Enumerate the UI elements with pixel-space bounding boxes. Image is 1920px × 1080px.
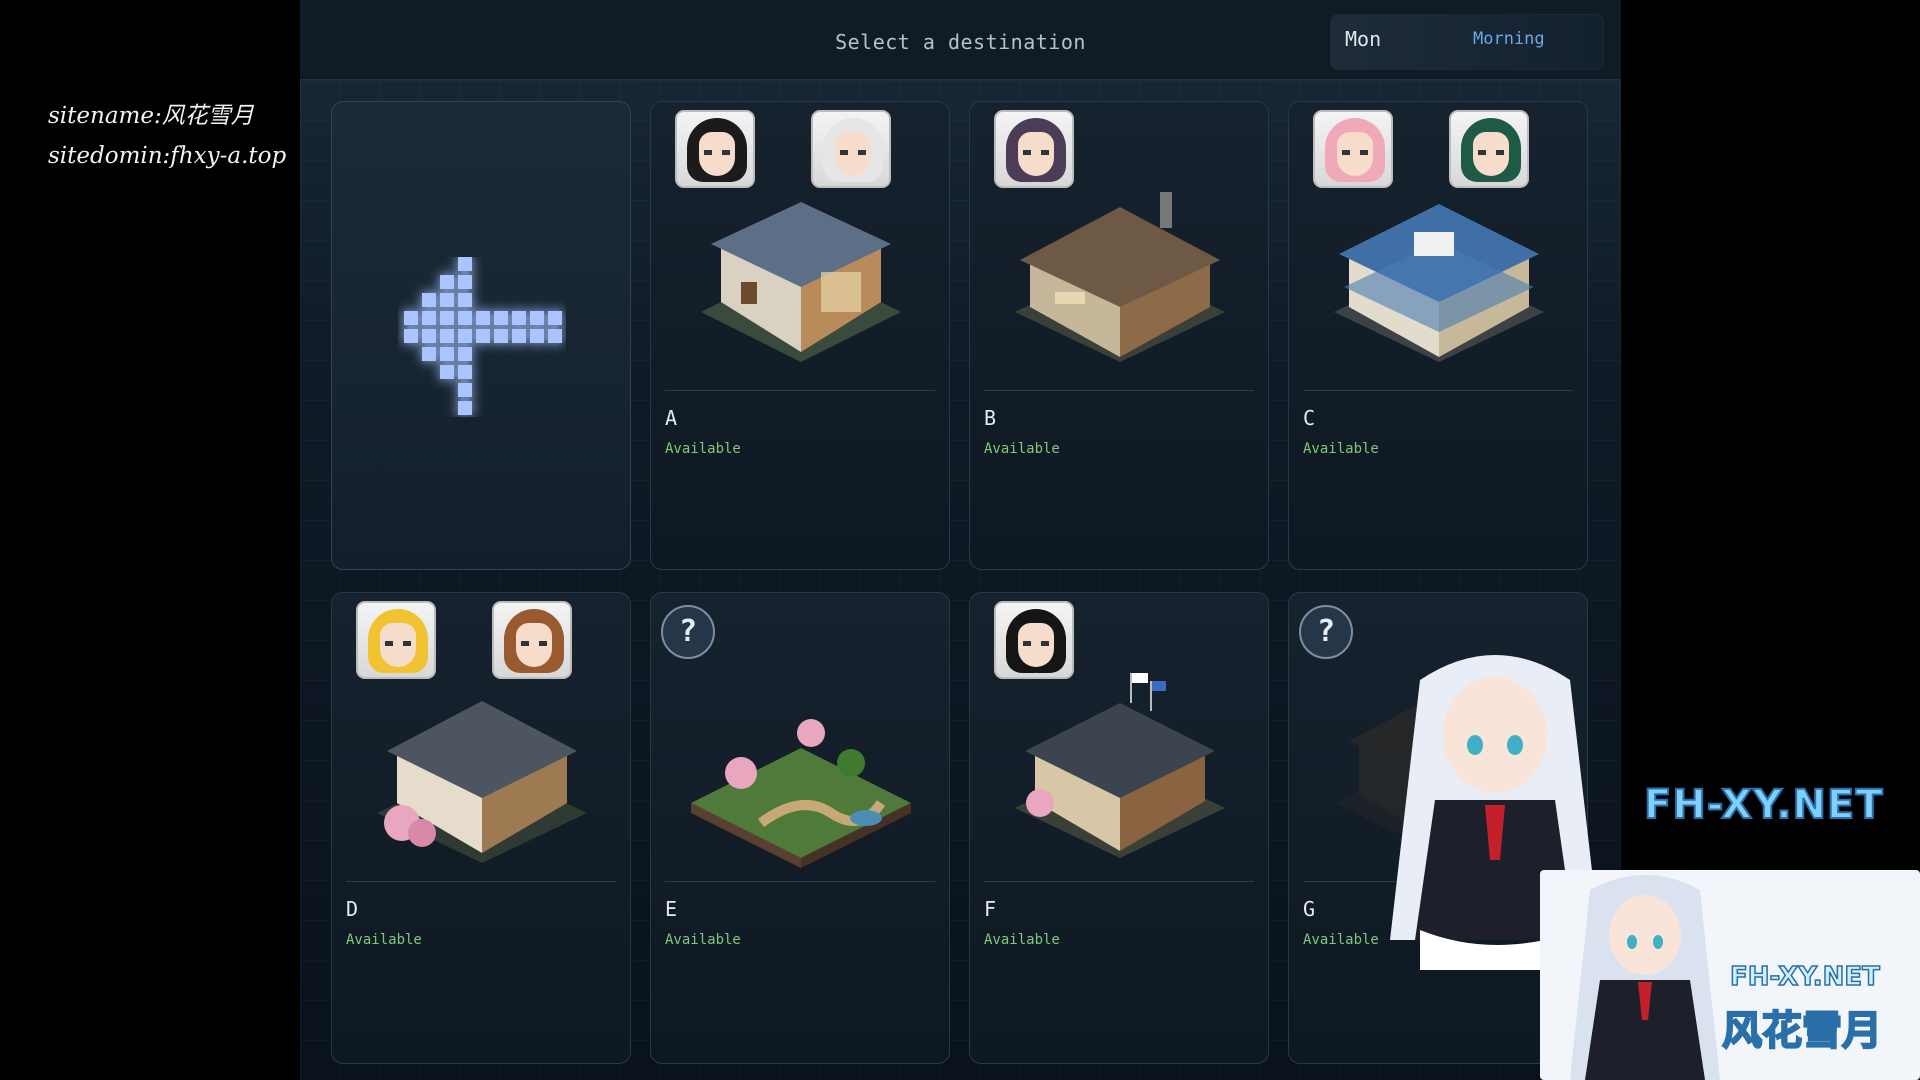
character-portrait: [994, 601, 1074, 679]
card-divider: [984, 881, 1254, 882]
location-name: E: [665, 897, 678, 921]
character-portrait: [811, 110, 891, 188]
location-name: D: [346, 897, 359, 921]
location-status: Available: [984, 932, 1060, 948]
location-name: F: [984, 897, 997, 921]
location-status: Available: [665, 441, 741, 457]
unknown-marker: ?: [1299, 605, 1353, 659]
character-portrait: [492, 601, 572, 679]
header-bar: Select a destination Mon Morning: [300, 0, 1621, 80]
location-card-f[interactable]: F Available: [969, 592, 1269, 1064]
location-name: B: [984, 406, 997, 430]
time-of-day-label: Morning: [1473, 29, 1545, 49]
time-indicator: Mon Morning: [1330, 14, 1604, 70]
location-card-b[interactable]: B Available: [969, 101, 1269, 570]
card-divider: [1303, 390, 1573, 391]
back-arrow-icon: [404, 257, 562, 415]
back-button[interactable]: [331, 101, 631, 570]
watermark-domain: sitedomin:fhxy-a.top: [48, 143, 287, 169]
location-name: A: [665, 406, 678, 430]
character-portrait: [1313, 110, 1393, 188]
character-portrait: [675, 110, 755, 188]
location-card-a[interactable]: A Available: [650, 101, 950, 570]
location-card-e[interactable]: ? E Available: [650, 592, 950, 1064]
watermark-url-large: FH-XY.NET: [1643, 781, 1884, 829]
character-portrait: [356, 601, 436, 679]
location-name: G: [1303, 897, 1316, 921]
card-divider: [346, 881, 616, 882]
watermark-url-small: FH-XY.NET: [1729, 961, 1880, 993]
day-label: Mon: [1345, 27, 1382, 51]
card-divider: [665, 881, 935, 882]
shop-icon: [1015, 192, 1225, 362]
park-icon: [691, 719, 911, 868]
card-divider: [984, 390, 1254, 391]
location-status: Available: [665, 932, 741, 948]
location-status: Available: [984, 441, 1060, 457]
site-watermark: sitename:风花雪月 sitedomin:fhxy-a.top: [48, 96, 288, 176]
home-icon: [377, 701, 587, 863]
mascot-small-icon: [1570, 875, 1720, 1080]
character-portrait: [1449, 110, 1529, 188]
location-card-d[interactable]: D Available: [331, 592, 631, 1064]
location-status: Available: [346, 932, 422, 948]
unknown-marker: ?: [661, 605, 715, 659]
watermark-sitename: sitename:风花雪月: [48, 103, 254, 129]
location-status: Available: [1303, 441, 1379, 457]
location-name: C: [1303, 406, 1316, 430]
house-icon: [701, 202, 901, 362]
card-divider: [665, 390, 935, 391]
pharmacy-icon: [1334, 204, 1544, 362]
school-icon: [1015, 673, 1225, 858]
location-card-c[interactable]: C Available: [1288, 101, 1588, 570]
watermark-title: 风花雪月: [1721, 1007, 1883, 1055]
character-portrait: [994, 110, 1074, 188]
